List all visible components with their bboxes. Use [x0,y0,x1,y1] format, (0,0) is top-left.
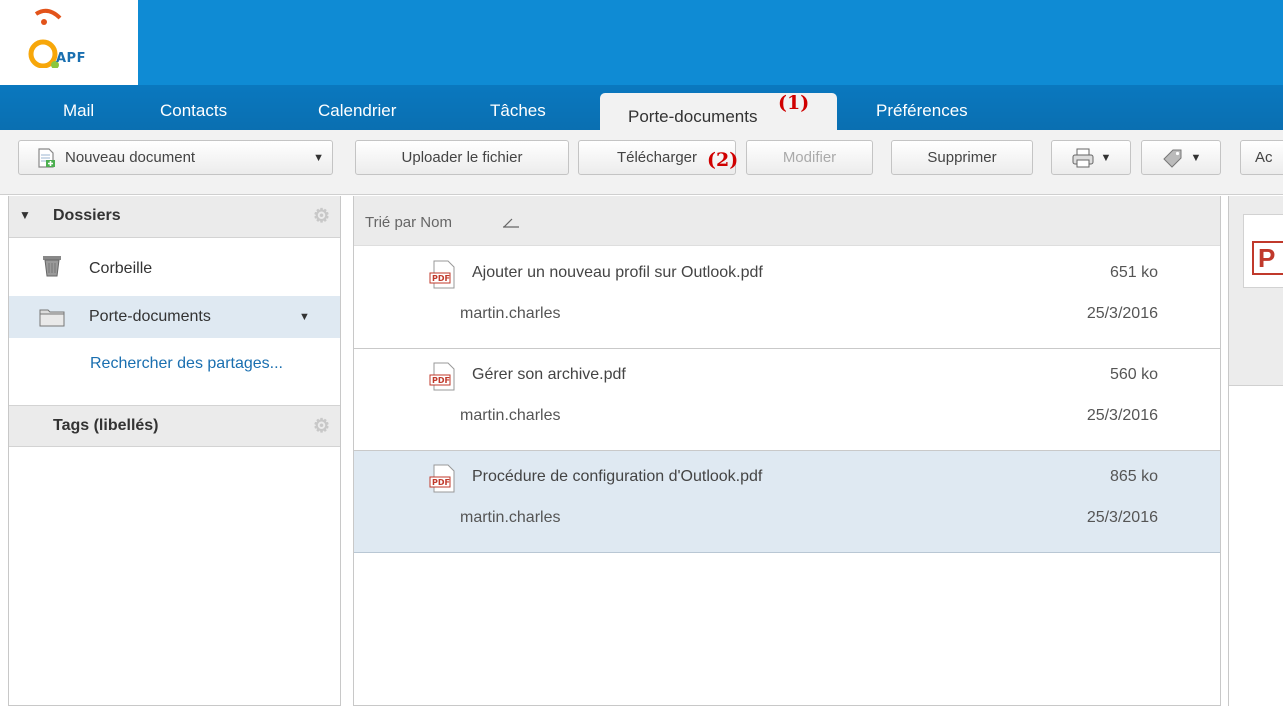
actions-button[interactable]: Ac [1240,140,1283,175]
trash-icon [43,256,61,277]
preview-header: P [1229,196,1283,386]
tab-mail[interactable]: Mail [63,101,94,130]
document-name: Procédure de configuration d'Outlook.pdf [472,468,763,485]
tags-header[interactable]: Tags (libellés) ⚙ [9,405,340,447]
list-header[interactable]: Trié par Nom [354,196,1220,246]
chevron-down-icon[interactable]: ▼ [299,311,310,323]
tab-calendrier[interactable]: Calendrier [318,101,396,130]
folders-panel: ▼ Dossiers ⚙ Corbeille Porte-documents ▼… [8,196,341,706]
document-row[interactable]: PDF Gérer son archive.pdf 560 ko martin.… [354,349,1220,451]
document-owner: martin.charles [460,305,561,322]
sort-label[interactable]: Trié par Nom [365,214,452,231]
document-size: 560 ko [1109,366,1158,383]
svg-text:PDF: PDF [432,478,450,487]
document-row[interactable]: PDF Ajouter un nouveau profil sur Outloo… [354,247,1220,349]
new-document-button[interactable]: Nouveau document ▼ [18,140,333,175]
tab-contacts[interactable]: Contacts [160,101,227,130]
logo[interactable]: APF [0,0,138,85]
annotation-marker-2: (2) [707,149,739,171]
top-banner [138,0,1283,85]
preview-thumbnail[interactable]: P [1243,214,1283,288]
document-list-panel: Trié par Nom PDF Ajouter un nouveau prof… [353,196,1221,706]
document-size: 865 ko [1109,468,1158,485]
document-date: 25/3/2016 [1086,509,1158,526]
preview-panel: P [1228,196,1283,706]
chevron-down-icon: ▼ [1100,151,1112,164]
document-owner: martin.charles [460,407,561,424]
sidebar-item-label: Corbeille [89,260,153,277]
pdf-file-icon: PDF [429,260,455,289]
tab-preferences[interactable]: Préférences [876,101,968,130]
print-menu-button[interactable]: ▼ [1051,140,1131,175]
sort-order-icon[interactable] [502,218,520,228]
main-tab-bar: Mail Contacts Calendrier Tâches Porte-do… [0,85,1283,131]
tab-taches[interactable]: Tâches [490,101,546,130]
sidebar-item-corbeille[interactable]: Corbeille [9,244,340,286]
pdf-file-icon: PDF [429,362,455,391]
gear-icon[interactable]: ⚙ [313,205,330,228]
upload-file-button[interactable]: Uploader le fichier [355,140,569,175]
search-shares-link[interactable]: Rechercher des partages... [90,355,283,373]
print-icon [1072,148,1094,167]
modify-button[interactable]: Modifier [746,140,873,175]
folder-icon [39,309,65,327]
chevron-down-icon: ▼ [313,151,324,164]
logo-text: APF [56,51,86,66]
document-size: 651 ko [1109,264,1158,281]
sidebar-item-label: Porte-documents [89,308,211,325]
collapse-triangle-icon[interactable]: ▼ [19,208,31,222]
document-row[interactable]: PDF Procédure de configuration d'Outlook… [354,451,1220,553]
document-name: Ajouter un nouveau profil sur Outlook.pd… [472,264,763,281]
svg-text:PDF: PDF [432,376,450,385]
tag-icon [1162,149,1182,168]
document-date: 25/3/2016 [1086,407,1158,424]
toolbar: Nouveau document ▼ Uploader le fichier T… [0,130,1283,195]
delete-button[interactable]: Supprimer [891,140,1033,175]
document-date: 25/3/2016 [1086,305,1158,322]
document-owner: martin.charles [460,509,561,526]
annotation-marker-1: (1) [778,92,810,114]
pdf-file-icon: PDF [429,464,455,493]
tag-menu-button[interactable]: ▼ [1141,140,1221,175]
new-document-label: Nouveau document [65,149,196,166]
preview-pdf-letter: P [1252,241,1283,275]
document-name: Gérer son archive.pdf [472,366,626,383]
new-document-icon [38,147,55,168]
svg-text:PDF: PDF [432,274,450,283]
gear-icon[interactable]: ⚙ [313,415,330,438]
folders-header[interactable]: ▼ Dossiers ⚙ [9,196,340,238]
chevron-down-icon: ▼ [1190,151,1202,164]
folders-title: Dossiers [53,207,121,224]
tags-title: Tags (libellés) [53,417,159,434]
sidebar-item-porte-documents[interactable]: Porte-documents ▼ [9,296,340,338]
